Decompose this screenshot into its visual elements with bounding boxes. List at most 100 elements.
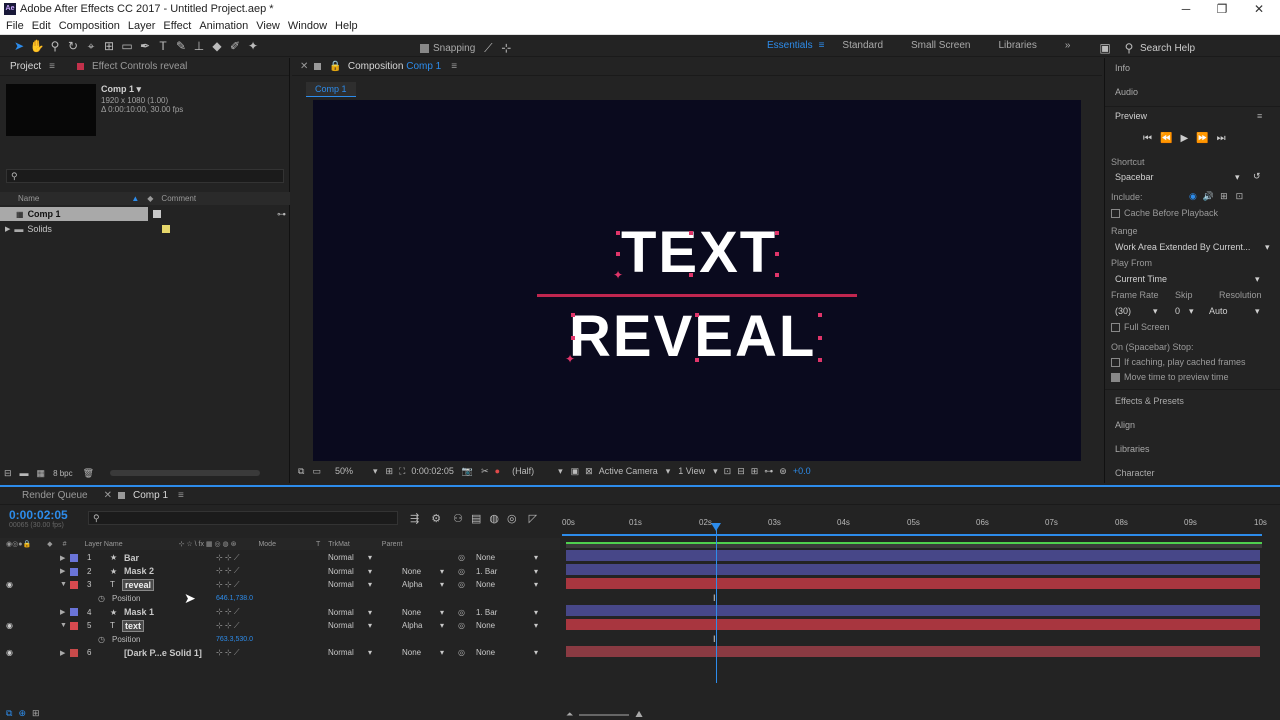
column-comment[interactable]: Comment — [161, 194, 196, 203]
chevron-down-icon[interactable]: ▾ — [440, 567, 444, 576]
column-trkmat[interactable]: TrkMat — [328, 541, 350, 548]
exposure-reset-icon[interactable]: ⊛ — [779, 466, 787, 477]
text-layer-text[interactable]: TEXT — [621, 224, 777, 282]
timeline-layer-row[interactable]: ▶ 4 ★ Mask 1 ⊹ ⊹ ⟋ Normal ▾ None ▾ ◎ 1. Bar ▾ — [0, 605, 560, 619]
frame-rate-dropdown[interactable]: (30) — [1115, 306, 1131, 316]
move-time-checkbox[interactable] — [1111, 372, 1120, 382]
hand-tool-icon[interactable]: ✋ — [28, 37, 46, 55]
chevron-down-icon[interactable]: ▾ — [373, 466, 378, 477]
fast-preview-icon[interactable]: ⊟ — [737, 466, 745, 477]
resolution-dropdown[interactable]: Auto — [1209, 306, 1228, 316]
delete-icon[interactable]: 🗑 — [83, 468, 94, 479]
layer-name[interactable]: reveal — [122, 578, 155, 591]
channel-icon[interactable]: ● — [495, 466, 500, 476]
effects-presets-header[interactable]: Effects & Presets — [1115, 396, 1184, 406]
twirl-arrow-icon[interactable]: ▶ — [60, 554, 65, 562]
layer-name[interactable]: [Dark P...e Solid 1] — [122, 648, 204, 658]
search-help-input[interactable]: Search Help — [1140, 43, 1195, 54]
property-row[interactable]: ◷ Position 763.3,530.0 — [0, 633, 560, 647]
play-icon[interactable]: ▶ — [1180, 133, 1188, 144]
layer-handle[interactable] — [695, 313, 699, 317]
bar-shape-layer[interactable] — [537, 294, 857, 297]
draft-3d-icon[interactable]: ⚙ — [431, 512, 441, 525]
layer-bar-mask1[interactable] — [566, 605, 1260, 616]
selection-tool-icon[interactable]: ➤ — [10, 37, 28, 55]
menu-effect[interactable]: Effect — [163, 20, 191, 32]
layer-bar-bar[interactable] — [566, 550, 1260, 561]
parent-pickwhip-icon[interactable]: ◎ — [458, 553, 465, 562]
menu-edit[interactable]: Edit — [32, 20, 51, 32]
type-tool-icon[interactable]: T — [154, 37, 172, 55]
comp-info-name[interactable]: Comp 1 ▾ — [101, 84, 141, 95]
layer-name[interactable]: Mask 2 — [122, 566, 156, 576]
transparency-grid-icon[interactable]: ⊠ — [585, 466, 593, 477]
layer-handle[interactable] — [695, 358, 699, 362]
twirl-arrow-icon[interactable]: ▼ — [60, 622, 67, 629]
chevron-down-icon[interactable]: ▾ — [368, 621, 372, 630]
brush-tool-icon[interactable]: ✎ — [172, 37, 190, 55]
layer-handle[interactable] — [571, 336, 575, 340]
lock-icon[interactable]: 🔒 — [329, 61, 341, 72]
next-frame-icon[interactable]: ⏩ — [1196, 133, 1208, 144]
layer-handle[interactable] — [775, 231, 779, 235]
audio-speaker-icon[interactable]: 🔊 — [1203, 191, 1214, 202]
pen-tool-icon[interactable]: ✒ — [136, 37, 154, 55]
project-item-comp[interactable]: ▦ Comp 1 ⊶ — [0, 207, 290, 221]
layer-name[interactable]: Mask 1 — [122, 607, 156, 617]
layer-handle[interactable] — [689, 231, 693, 235]
audio-panel-header[interactable]: Audio — [1115, 87, 1138, 97]
fullscreen-icon[interactable]: ⛶ — [399, 466, 405, 477]
chevron-down-icon[interactable]: ▾ — [534, 621, 538, 630]
zoom-in-icon[interactable]: ⛰ — [635, 709, 643, 720]
reset-icon[interactable]: ↺ — [1253, 171, 1261, 182]
visibility-eye-icon[interactable]: ◉ — [6, 621, 13, 630]
workspace-libraries[interactable]: Libraries — [998, 40, 1036, 51]
layer-switches[interactable]: ⊹ ⊹ ⟋ — [216, 566, 239, 576]
work-area-bar[interactable] — [562, 534, 1262, 536]
timeline-layer-row[interactable]: ◉ ▼ 5 Ttext ⊹ ⊹ ⟋ Normal ▾ Alpha ▾ ◎ None ▾ — [0, 619, 560, 633]
layer-switches[interactable]: ⊹ ⊹ ⟋ — [216, 580, 239, 590]
chevron-down-icon[interactable]: ▾ — [558, 466, 563, 477]
anchor-point-icon[interactable]: ✦ — [613, 268, 623, 282]
panel-menu-icon[interactable]: ≡ — [1257, 111, 1262, 121]
tab-composition[interactable]: Composition Comp 1 — [348, 61, 441, 72]
chevron-down-icon[interactable]: ▾ — [666, 466, 671, 477]
chevron-down-icon[interactable]: ▾ — [534, 553, 538, 562]
layer-switches[interactable]: ⊹ ⊹ ⟋ — [216, 553, 239, 563]
libraries-header[interactable]: Libraries — [1115, 444, 1150, 454]
flowchart-icon[interactable]: ⊶ — [277, 209, 286, 220]
track-matte-dropdown[interactable]: None — [402, 608, 421, 617]
chevron-down-icon[interactable]: ▾ — [440, 580, 444, 589]
panel-menu-icon[interactable]: ≡ — [49, 61, 55, 72]
stopwatch-icon[interactable]: ◷ — [98, 594, 105, 603]
chevron-down-icon[interactable]: ▾ — [1189, 306, 1194, 317]
video-eye-icon[interactable]: ◉ — [1189, 191, 1197, 202]
full-screen-checkbox[interactable] — [1111, 322, 1120, 332]
visibility-eye-icon[interactable]: ◉ — [6, 580, 13, 589]
twirl-arrow-icon[interactable]: ▶ — [60, 567, 65, 575]
comp-mini-flowchart-icon[interactable]: ⇶ — [410, 512, 419, 525]
menu-file[interactable]: File — [6, 20, 24, 32]
timeline-icon[interactable]: ⊞ — [751, 466, 759, 477]
layer-label-swatch[interactable] — [70, 581, 78, 590]
workspace-standard[interactable]: Standard — [842, 40, 883, 51]
align-header[interactable]: Align — [1115, 420, 1135, 430]
shy-icon[interactable]: ⚇ — [453, 512, 463, 525]
skip-dropdown[interactable]: 0 — [1175, 306, 1180, 316]
parent-pickwhip-icon[interactable]: ◎ — [458, 608, 465, 617]
frame-blending-icon[interactable]: ▤ — [471, 512, 481, 525]
maximize-button[interactable]: ❐ — [1204, 0, 1240, 18]
stopwatch-icon[interactable]: ◷ — [98, 635, 105, 644]
blend-mode-dropdown[interactable]: Normal — [328, 567, 354, 576]
layer-name[interactable]: text — [122, 619, 145, 632]
chevron-down-icon[interactable]: ▾ — [368, 580, 372, 589]
rectangle-tool-icon[interactable]: ▭ — [118, 37, 136, 55]
parent-pickwhip-icon[interactable]: ◎ — [458, 580, 465, 589]
snapping-checkbox[interactable] — [420, 43, 429, 53]
layer-handle[interactable] — [818, 358, 822, 362]
chevron-down-icon[interactable]: ▾ — [1255, 306, 1260, 317]
chevron-down-icon[interactable]: ▾ — [1255, 274, 1260, 285]
resolution-dropdown[interactable]: (Half) — [512, 466, 534, 476]
menu-layer[interactable]: Layer — [128, 20, 156, 32]
minimize-button[interactable]: ─ — [1168, 0, 1204, 18]
